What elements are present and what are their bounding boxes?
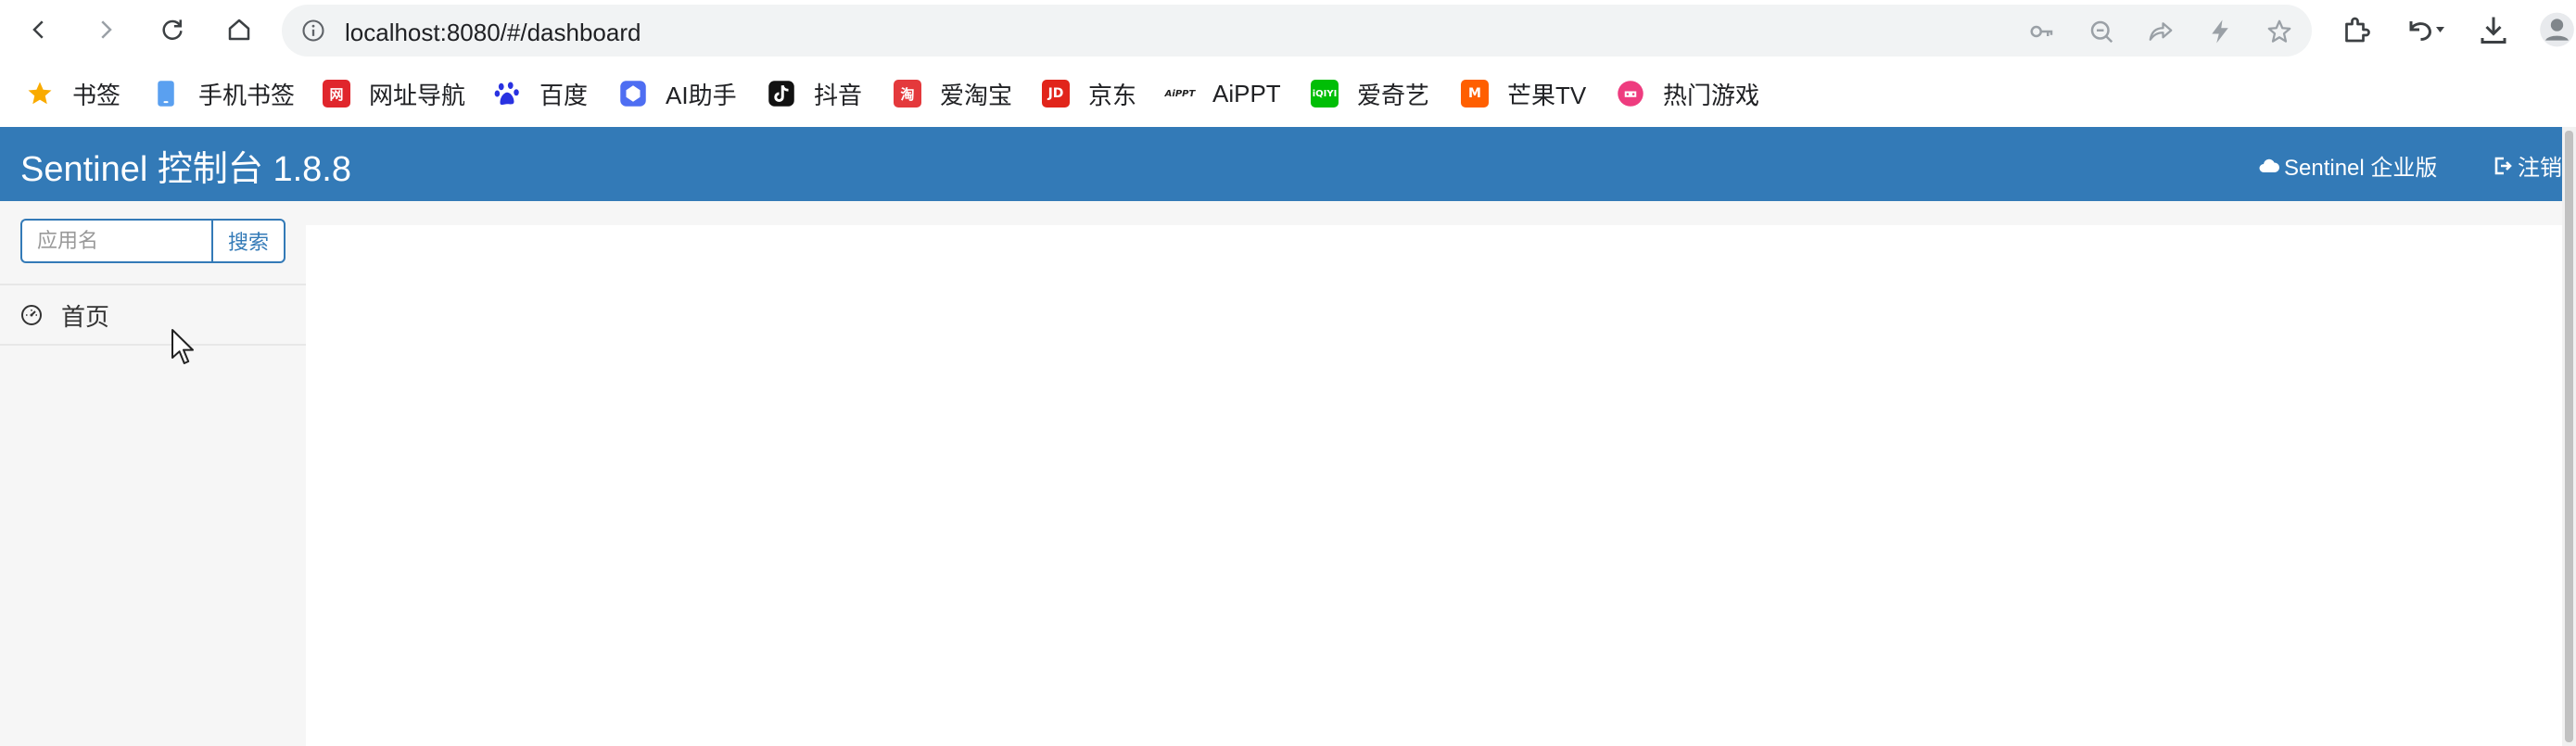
forward-arrow-icon — [101, 20, 112, 39]
download-icon[interactable] — [2477, 13, 2510, 46]
scrollbar-thumb[interactable] — [2565, 131, 2573, 742]
cloud-icon — [2259, 158, 2280, 172]
bookmark-item[interactable]: 书签 — [26, 75, 121, 112]
content-header-strip — [306, 201, 2562, 225]
extensions-icon[interactable] — [2340, 13, 2373, 46]
bookmark-label: 手机书签 — [198, 81, 296, 109]
zoom-out-icon[interactable] — [2087, 18, 2115, 45]
divider — [0, 284, 306, 285]
taobao-icon: 淘 — [894, 80, 921, 107]
bookmark-star-icon[interactable] — [2265, 18, 2293, 45]
key-icon[interactable] — [2028, 18, 2056, 45]
aippt-icon: AiPPT — [1165, 80, 1195, 107]
bookmark-label: 百度 — [539, 81, 589, 109]
dashboard-icon — [21, 305, 42, 325]
bookmark-item[interactable]: AI助手 — [619, 75, 737, 112]
logout-link[interactable]: 注销 — [2492, 149, 2562, 182]
bookmark-label: AI助手 — [666, 81, 737, 109]
app-title[interactable]: Sentinel 控制台 1.8.8 — [20, 140, 351, 191]
bookmark-label: 爱淘宝 — [940, 81, 1013, 109]
undo-history-icon[interactable] — [2403, 13, 2447, 46]
iqiyi-icon: iQIYI — [1311, 80, 1339, 107]
bookmark-item[interactable]: AiPPT AiPPT — [1165, 75, 1281, 112]
logout-icon — [2494, 157, 2512, 174]
logout-label: 注销 — [2518, 156, 2562, 181]
bookmark-item[interactable]: JD 京东 — [1042, 75, 1136, 112]
bookmark-item[interactable]: 百度 — [493, 75, 588, 112]
bookmark-label: 书签 — [72, 81, 121, 109]
bookmark-label: 抖音 — [814, 81, 863, 109]
sidebar-item-label: 首页 — [61, 302, 110, 331]
back-arrow-icon — [32, 20, 44, 39]
lightning-icon[interactable] — [2206, 18, 2234, 45]
game-icon — [1618, 81, 1643, 107]
browser-toolbar: localhost:8080/#/dashboard — [0, 0, 2576, 60]
enterprise-link[interactable]: Sentinel 企业版 — [2258, 149, 2437, 182]
main-content — [306, 225, 2562, 746]
mgtv-icon: M — [1461, 80, 1489, 107]
bookmark-item[interactable]: 热门游戏 — [1617, 75, 1759, 112]
bookmarks-bar: 书签 手机书签 网 网址导航 百度 AI助手 抖音 淘 爱淘宝 JD 京东 Ai… — [0, 60, 2576, 127]
home-icon — [228, 19, 250, 41]
enterprise-label: Sentinel 企业版 — [2284, 156, 2438, 181]
home-button[interactable] — [219, 9, 260, 50]
douyin-icon — [768, 81, 794, 107]
nav-logo-icon: 网 — [323, 80, 350, 107]
address-bar[interactable]: localhost:8080/#/dashboard — [282, 5, 2312, 57]
sidebar: 搜索 首页 — [0, 201, 306, 746]
bookmark-item[interactable]: 淘 爱淘宝 — [894, 75, 1012, 112]
mobile-icon — [158, 81, 174, 107]
app-search-input[interactable] — [20, 219, 213, 263]
url-text[interactable]: localhost:8080/#/dashboard — [345, 19, 641, 47]
profile-avatar-icon[interactable] — [2538, 11, 2576, 48]
mouse-cursor-icon — [171, 329, 194, 364]
app-header: Sentinel 控制台 1.8.8 Sentinel 企业版 注销 — [0, 127, 2562, 201]
sidebar-item-home[interactable]: 首页 — [0, 286, 306, 344]
search-button[interactable]: 搜索 — [211, 219, 286, 263]
bookmark-item[interactable]: 抖音 — [768, 75, 862, 112]
bookmark-label: 热门游戏 — [1663, 81, 1760, 109]
site-info-icon[interactable] — [300, 18, 326, 44]
bookmark-label: 芒果TV — [1507, 81, 1587, 109]
divider — [0, 344, 306, 346]
ai-assistant-icon — [620, 81, 646, 107]
bookmark-label: 爱奇艺 — [1357, 81, 1430, 109]
bookmark-label: 京东 — [1088, 81, 1137, 109]
reload-button[interactable] — [152, 9, 193, 50]
bookmark-label: 网址导航 — [369, 81, 466, 109]
forward-button[interactable] — [85, 9, 126, 50]
star-icon — [28, 82, 52, 105]
bookmark-item[interactable]: 手机书签 — [152, 75, 295, 112]
bookmark-item[interactable]: iQIYI 爱奇艺 — [1311, 75, 1429, 112]
share-icon[interactable] — [2147, 18, 2175, 45]
baidu-icon — [494, 82, 519, 106]
back-button[interactable] — [19, 9, 59, 50]
bookmark-label: AiPPT — [1212, 79, 1281, 107]
bookmark-item[interactable]: 网 网址导航 — [323, 75, 465, 112]
reload-icon — [162, 19, 183, 40]
bookmark-item[interactable]: M 芒果TV — [1461, 75, 1586, 112]
page-scrollbar[interactable] — [2562, 127, 2576, 746]
jd-icon: JD — [1042, 80, 1070, 107]
